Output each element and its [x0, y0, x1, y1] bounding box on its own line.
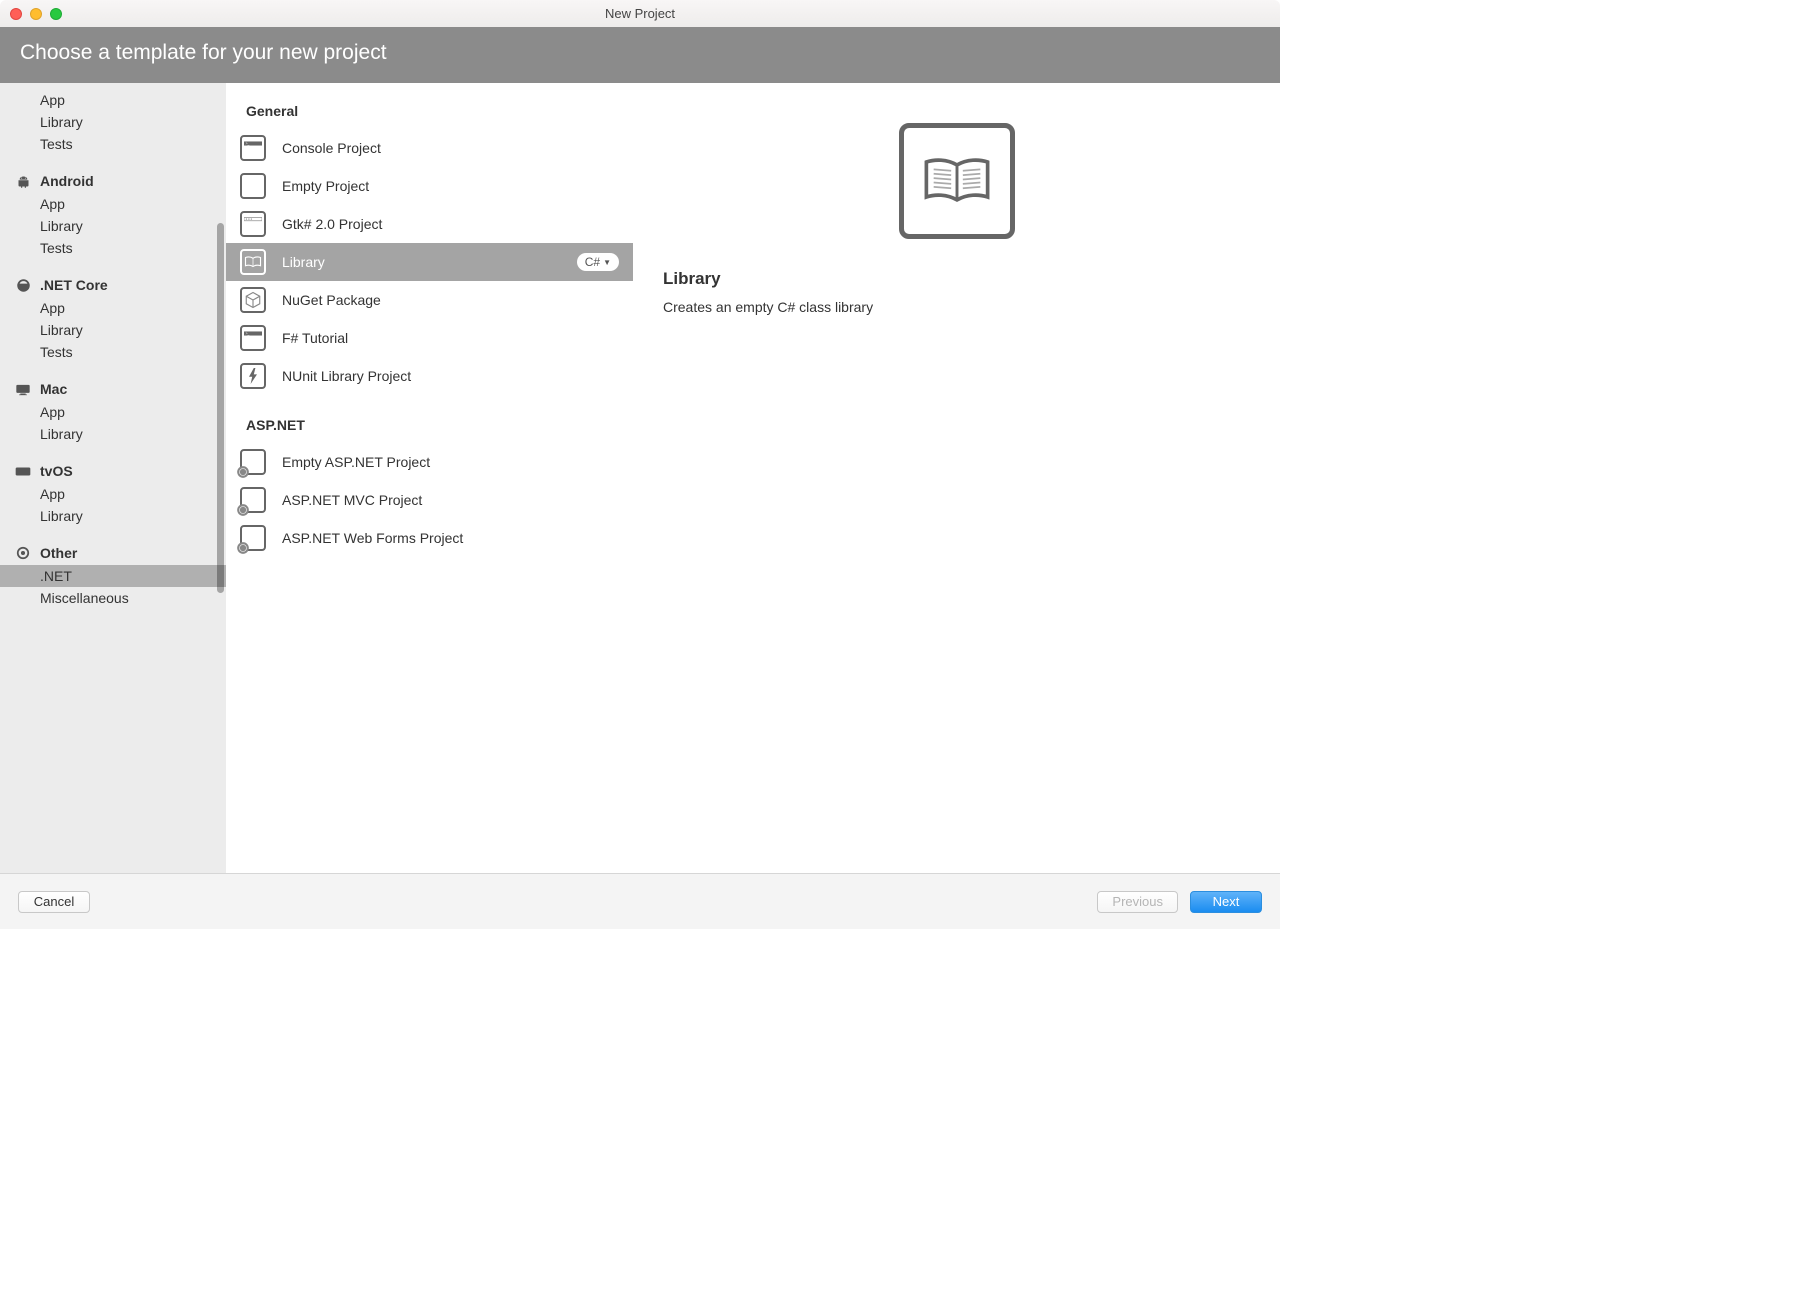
- template-nunit-library[interactable]: NUnit Library Project: [226, 357, 633, 395]
- category-header-dotnetcore[interactable]: .NET Core: [0, 271, 226, 297]
- detail-title: Library: [663, 269, 1250, 289]
- window-controls: [10, 8, 62, 20]
- category-mac: Mac App Library: [0, 375, 226, 445]
- main-panel: General >_ Console Project Empty Project…: [226, 83, 1280, 873]
- category-header-android[interactable]: Android: [0, 167, 226, 193]
- svg-text:>_: >_: [246, 142, 250, 146]
- sidebar-item-dotnetcore-library[interactable]: Library: [0, 319, 226, 341]
- tvos-icon: [14, 466, 32, 477]
- sidebar-item-dotnetcore-app[interactable]: App: [0, 297, 226, 319]
- template-label: ASP.NET MVC Project: [282, 492, 422, 508]
- category-label: .NET Core: [40, 277, 108, 293]
- sidebar-item-mac-library[interactable]: Library: [0, 423, 226, 445]
- template-library[interactable]: Library C# ▼: [226, 243, 633, 281]
- template-label: Empty ASP.NET Project: [282, 454, 430, 470]
- template-nuget-package[interactable]: NuGet Package: [226, 281, 633, 319]
- category-dotnetcore: .NET Core App Library Tests: [0, 271, 226, 363]
- sidebar-item-mac-app[interactable]: App: [0, 401, 226, 423]
- category-header-tvos[interactable]: tvOS: [0, 457, 226, 483]
- category-label: Other: [40, 545, 77, 561]
- template-fsharp-tutorial[interactable]: >_ F# Tutorial: [226, 319, 633, 357]
- sidebar-item-dotnetcore-tests[interactable]: Tests: [0, 341, 226, 363]
- template-label: Console Project: [282, 140, 381, 156]
- template-aspnet-webforms[interactable]: ASP.NET Web Forms Project: [226, 519, 633, 557]
- minimize-window-button[interactable]: [30, 8, 42, 20]
- template-console-project[interactable]: >_ Console Project: [226, 129, 633, 167]
- detail-icon: [899, 123, 1015, 239]
- category-android: Android App Library Tests: [0, 167, 226, 259]
- category-sidebar[interactable]: iOS App Library Tests Android App Librar…: [0, 83, 226, 873]
- console-icon: >_: [240, 135, 266, 161]
- template-label: Gtk# 2.0 Project: [282, 216, 382, 232]
- sidebar-item-other-misc[interactable]: Miscellaneous: [0, 587, 226, 609]
- banner-header: Choose a template for your new project: [0, 27, 1280, 83]
- android-icon: [14, 174, 32, 189]
- template-label: Library: [282, 254, 325, 270]
- template-label: Empty Project: [282, 178, 369, 194]
- content-area: iOS App Library Tests Android App Librar…: [0, 83, 1280, 873]
- previous-button[interactable]: Previous: [1097, 891, 1178, 913]
- category-label: Android: [40, 173, 94, 189]
- sidebar-item-android-tests[interactable]: Tests: [0, 237, 226, 259]
- category-ios: iOS App Library Tests: [0, 83, 226, 155]
- mac-icon: [14, 383, 32, 396]
- detail-description: Creates an empty C# class library: [663, 299, 1250, 315]
- template-label: NuGet Package: [282, 292, 381, 308]
- close-window-button[interactable]: [10, 8, 22, 20]
- book-icon: [922, 151, 992, 211]
- template-label: NUnit Library Project: [282, 368, 411, 384]
- next-button[interactable]: Next: [1190, 891, 1262, 913]
- category-tvos: tvOS App Library: [0, 457, 226, 527]
- bolt-icon: [240, 363, 266, 389]
- detail-pane: Library Creates an empty C# class librar…: [633, 83, 1280, 873]
- dotnetcore-icon: [14, 278, 32, 293]
- sidebar-item-ios-library[interactable]: Library: [0, 111, 226, 133]
- aspnet-icon: [240, 449, 266, 475]
- template-empty-project[interactable]: Empty Project: [226, 167, 633, 205]
- category-label: tvOS: [40, 463, 73, 479]
- template-list[interactable]: General >_ Console Project Empty Project…: [226, 83, 633, 873]
- sidebar-item-android-app[interactable]: App: [0, 193, 226, 215]
- aspnet-icon: [240, 525, 266, 551]
- cancel-button[interactable]: Cancel: [18, 891, 90, 913]
- category-label: iOS: [40, 83, 64, 85]
- category-other: Other .NET Miscellaneous: [0, 539, 226, 609]
- footer-bar: Cancel Previous Next: [0, 873, 1280, 929]
- template-aspnet-mvc[interactable]: ASP.NET MVC Project: [226, 481, 633, 519]
- window-title: New Project: [605, 6, 675, 21]
- sidebar-item-ios-app[interactable]: App: [0, 89, 226, 111]
- window-icon: [240, 211, 266, 237]
- other-icon: [14, 546, 32, 560]
- zoom-window-button[interactable]: [50, 8, 62, 20]
- section-title-aspnet: ASP.NET: [226, 395, 633, 443]
- template-gtk-project[interactable]: Gtk# 2.0 Project: [226, 205, 633, 243]
- language-selector[interactable]: C# ▼: [577, 253, 619, 271]
- chevron-down-icon: ▼: [603, 258, 611, 267]
- titlebar: New Project: [0, 0, 1280, 27]
- sidebar-scrollbar-thumb[interactable]: [217, 223, 224, 593]
- banner-header-text: Choose a template for your new project: [20, 41, 387, 64]
- category-header-other[interactable]: Other: [0, 539, 226, 565]
- template-label: ASP.NET Web Forms Project: [282, 530, 463, 546]
- sidebar-item-android-library[interactable]: Library: [0, 215, 226, 237]
- category-label: Mac: [40, 381, 67, 397]
- svg-text:>_: >_: [246, 332, 250, 336]
- template-label: F# Tutorial: [282, 330, 348, 346]
- aspnet-icon: [240, 487, 266, 513]
- template-aspnet-empty[interactable]: Empty ASP.NET Project: [226, 443, 633, 481]
- sidebar-item-other-dotnet[interactable]: .NET: [0, 565, 226, 587]
- book-icon: [240, 249, 266, 275]
- language-label: C#: [585, 255, 600, 269]
- section-title-general: General: [226, 97, 633, 129]
- empty-icon: [240, 173, 266, 199]
- category-header-mac[interactable]: Mac: [0, 375, 226, 401]
- sidebar-item-ios-tests[interactable]: Tests: [0, 133, 226, 155]
- console-icon: >_: [240, 325, 266, 351]
- sidebar-item-tvos-library[interactable]: Library: [0, 505, 226, 527]
- package-icon: [240, 287, 266, 313]
- sidebar-item-tvos-app[interactable]: App: [0, 483, 226, 505]
